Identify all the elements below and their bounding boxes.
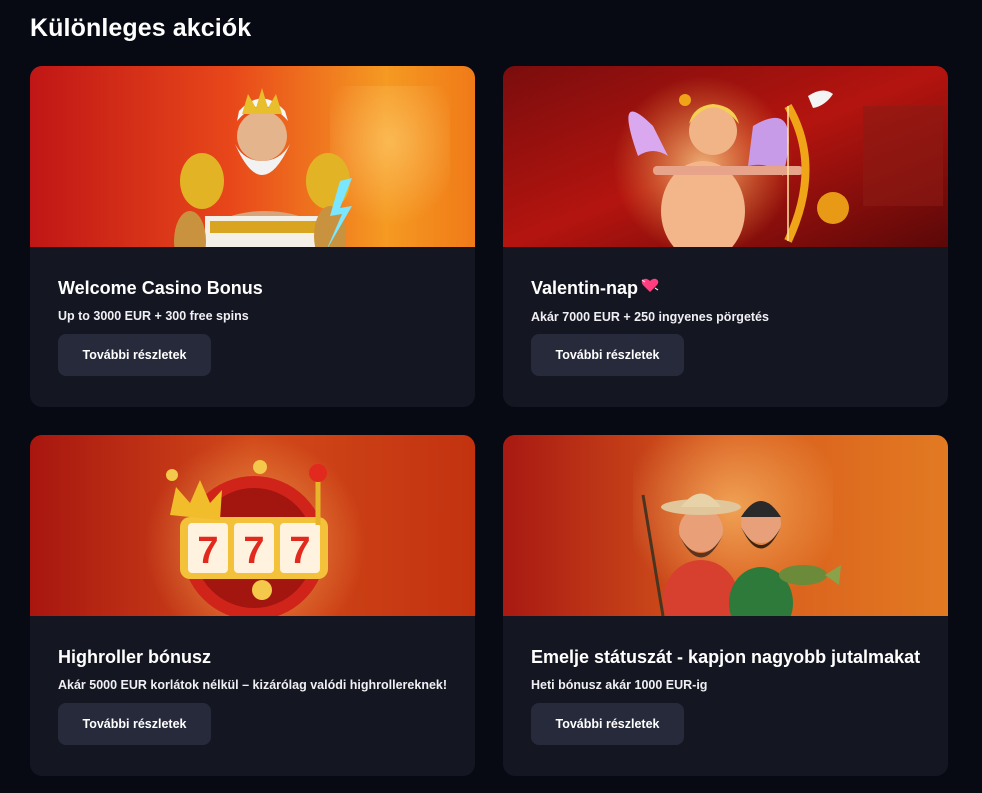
card-subtitle: Akár 5000 EUR korlátok nélkül – kizáróla…	[58, 678, 448, 692]
details-button[interactable]: További részletek	[58, 703, 211, 745]
promo-card-highroller[interactable]: 7 7 7 Highroller bónusz Akár 5000 EUR ko…	[30, 435, 475, 776]
card-content: Welcome Casino Bonus Up to 3000 EUR + 30…	[58, 277, 455, 324]
card-content: Valentin-nap Akár 7000 EUR + 250 ingyene…	[531, 277, 928, 325]
svg-text:7: 7	[289, 530, 310, 572]
details-button[interactable]: További részletek	[531, 703, 684, 745]
card-content: Highroller bónusz Akár 5000 EUR korlátok…	[58, 646, 455, 693]
card-subtitle: Heti bónusz akár 1000 EUR-ig	[531, 678, 708, 692]
card-title: Emelje státuszát - kapjon nagyobb jutalm…	[531, 647, 921, 667]
details-button[interactable]: További részletek	[58, 334, 211, 376]
card-title-text: Valentin-nap	[531, 278, 639, 298]
card-title: Highroller bónusz	[58, 647, 211, 667]
zeus-banner-image[interactable]	[30, 66, 475, 247]
page-title: Különleges akciók	[30, 14, 252, 42]
slot-machine-banner-image[interactable]: 7 7 7	[30, 435, 475, 616]
card-subtitle: Up to 3000 EUR + 300 free spins	[58, 309, 249, 323]
card-title: Welcome Casino Bonus	[58, 278, 263, 298]
card-title: Valentin-nap	[531, 277, 928, 300]
card-subtitle: Akár 7000 EUR + 250 ingyenes pörgetés	[531, 310, 769, 324]
cupid-banner-image[interactable]	[503, 66, 948, 247]
promotions-grid: Welcome Casino Bonus Up to 3000 EUR + 30…	[30, 66, 948, 776]
fishermen-banner-image[interactable]	[503, 435, 948, 616]
svg-text:7: 7	[243, 530, 264, 572]
heart-icon	[641, 278, 659, 300]
promotions-page: Különleges akciók Welcome Casino Bonus U…	[0, 0, 982, 793]
card-content: Emelje státuszát - kapjon nagyobb jutalm…	[531, 646, 928, 693]
svg-text:7: 7	[197, 530, 218, 572]
promo-card-welcome[interactable]: Welcome Casino Bonus Up to 3000 EUR + 30…	[30, 66, 475, 407]
promo-card-status[interactable]: Emelje státuszát - kapjon nagyobb jutalm…	[503, 435, 948, 776]
promo-card-valentine[interactable]: Valentin-nap Akár 7000 EUR + 250 ingyene…	[503, 66, 948, 407]
details-button[interactable]: További részletek	[531, 334, 684, 376]
